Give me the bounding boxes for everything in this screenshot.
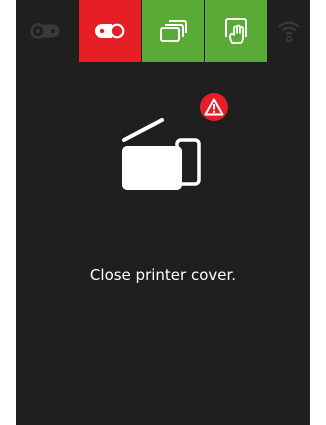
hand-card-icon [225, 18, 247, 44]
tab-ribbon[interactable] [16, 0, 78, 62]
warning-badge [200, 93, 228, 121]
printer-display: Close printer cover. [16, 0, 310, 425]
tab-card-handling[interactable] [205, 0, 267, 62]
tab-cards[interactable] [142, 0, 204, 62]
ink-ribbon-icon [95, 23, 125, 39]
tab-ink-ribbon[interactable] [79, 0, 141, 62]
ribbon-icon [30, 23, 60, 39]
warning-icon [204, 98, 224, 116]
status-bar [16, 0, 310, 62]
tab-wifi[interactable] [268, 0, 310, 62]
wifi-icon [278, 21, 300, 43]
status-message: Close printer cover. [89, 266, 237, 284]
printer-open-cover-icon [122, 118, 201, 190]
cards-stack-icon [160, 20, 187, 42]
